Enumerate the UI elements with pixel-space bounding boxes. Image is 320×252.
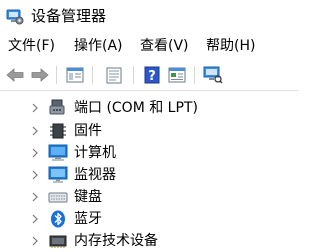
- window-title: 设备管理器: [31, 7, 107, 25]
- tree-item-label: 蓝牙: [74, 211, 102, 227]
- properties-button[interactable]: [102, 64, 125, 86]
- bluetooth-icon: [51, 210, 65, 228]
- toolbar-separator: [194, 66, 195, 84]
- toolbar-separator: [133, 66, 134, 84]
- chevron-right-icon[interactable]: [30, 147, 40, 159]
- menu-bar: 文件(F) 操作(A) 查看(V) 帮助(H): [0, 36, 299, 58]
- menu-file[interactable]: 文件(F): [8, 36, 55, 56]
- toolbar: ?: [0, 60, 299, 91]
- device-manager-icon: [6, 9, 24, 25]
- scan-hardware-button[interactable]: [201, 64, 224, 86]
- computer-icon: [48, 144, 68, 161]
- show-hide-tree-icon: [66, 67, 83, 83]
- tree-item-bluetooth[interactable]: 蓝牙: [0, 208, 299, 230]
- properties-icon: [106, 67, 121, 83]
- update-driver-button[interactable]: [165, 64, 188, 86]
- port-icon: [49, 99, 65, 115]
- tree-item-keyboards[interactable]: 键盘: [0, 186, 299, 208]
- chevron-right-icon[interactable]: [30, 169, 40, 181]
- tree-item-firmware[interactable]: 固件: [0, 120, 299, 142]
- chevron-right-icon[interactable]: [30, 235, 40, 247]
- tree-item-monitors[interactable]: 监视器: [0, 164, 299, 186]
- chevron-right-icon[interactable]: [30, 213, 40, 225]
- toolbar-separator: [56, 66, 57, 84]
- chevron-right-icon[interactable]: [30, 191, 40, 203]
- help-button[interactable]: ?: [140, 64, 163, 86]
- help-icon: ?: [144, 66, 159, 84]
- update-driver-icon: [168, 67, 185, 83]
- keyboard-icon: [48, 192, 68, 203]
- memory-device-icon: [49, 235, 67, 248]
- chevron-right-icon[interactable]: [30, 125, 40, 137]
- tree-item-label: 监视器: [74, 167, 116, 183]
- svg-text:?: ?: [148, 69, 156, 84]
- tree-item-computer[interactable]: 计算机: [0, 142, 299, 164]
- tree-item-memory-devices[interactable]: 内存技术设备: [0, 230, 299, 252]
- chevron-right-icon[interactable]: [30, 102, 40, 114]
- device-tree: 端口 (COM 和 LPT) 固件 计算机 监视器 键盘 蓝牙 内存技术设备: [0, 91, 299, 252]
- tree-item-label: 键盘: [74, 189, 102, 205]
- forward-button[interactable]: [28, 64, 51, 86]
- show-hide-tree-button[interactable]: [63, 64, 86, 86]
- menu-view[interactable]: 查看(V): [140, 36, 189, 56]
- forward-arrow-icon: [31, 68, 49, 82]
- menu-help[interactable]: 帮助(H): [206, 36, 255, 56]
- tree-item-label: 内存技术设备: [74, 233, 158, 249]
- tree-item-ports[interactable]: 端口 (COM 和 LPT): [0, 97, 299, 119]
- tree-item-label: 计算机: [74, 145, 116, 161]
- tree-item-label: 端口 (COM 和 LPT): [74, 100, 198, 116]
- scan-hardware-icon: [203, 66, 223, 84]
- back-button[interactable]: [3, 64, 26, 86]
- menu-action[interactable]: 操作(A): [74, 36, 123, 56]
- monitor-icon: [48, 166, 68, 183]
- tree-item-label: 固件: [74, 123, 102, 139]
- toolbar-separator: [92, 66, 93, 84]
- title-bar: 设备管理器: [0, 0, 299, 32]
- back-arrow-icon: [5, 68, 23, 82]
- firmware-chip-icon: [50, 123, 66, 139]
